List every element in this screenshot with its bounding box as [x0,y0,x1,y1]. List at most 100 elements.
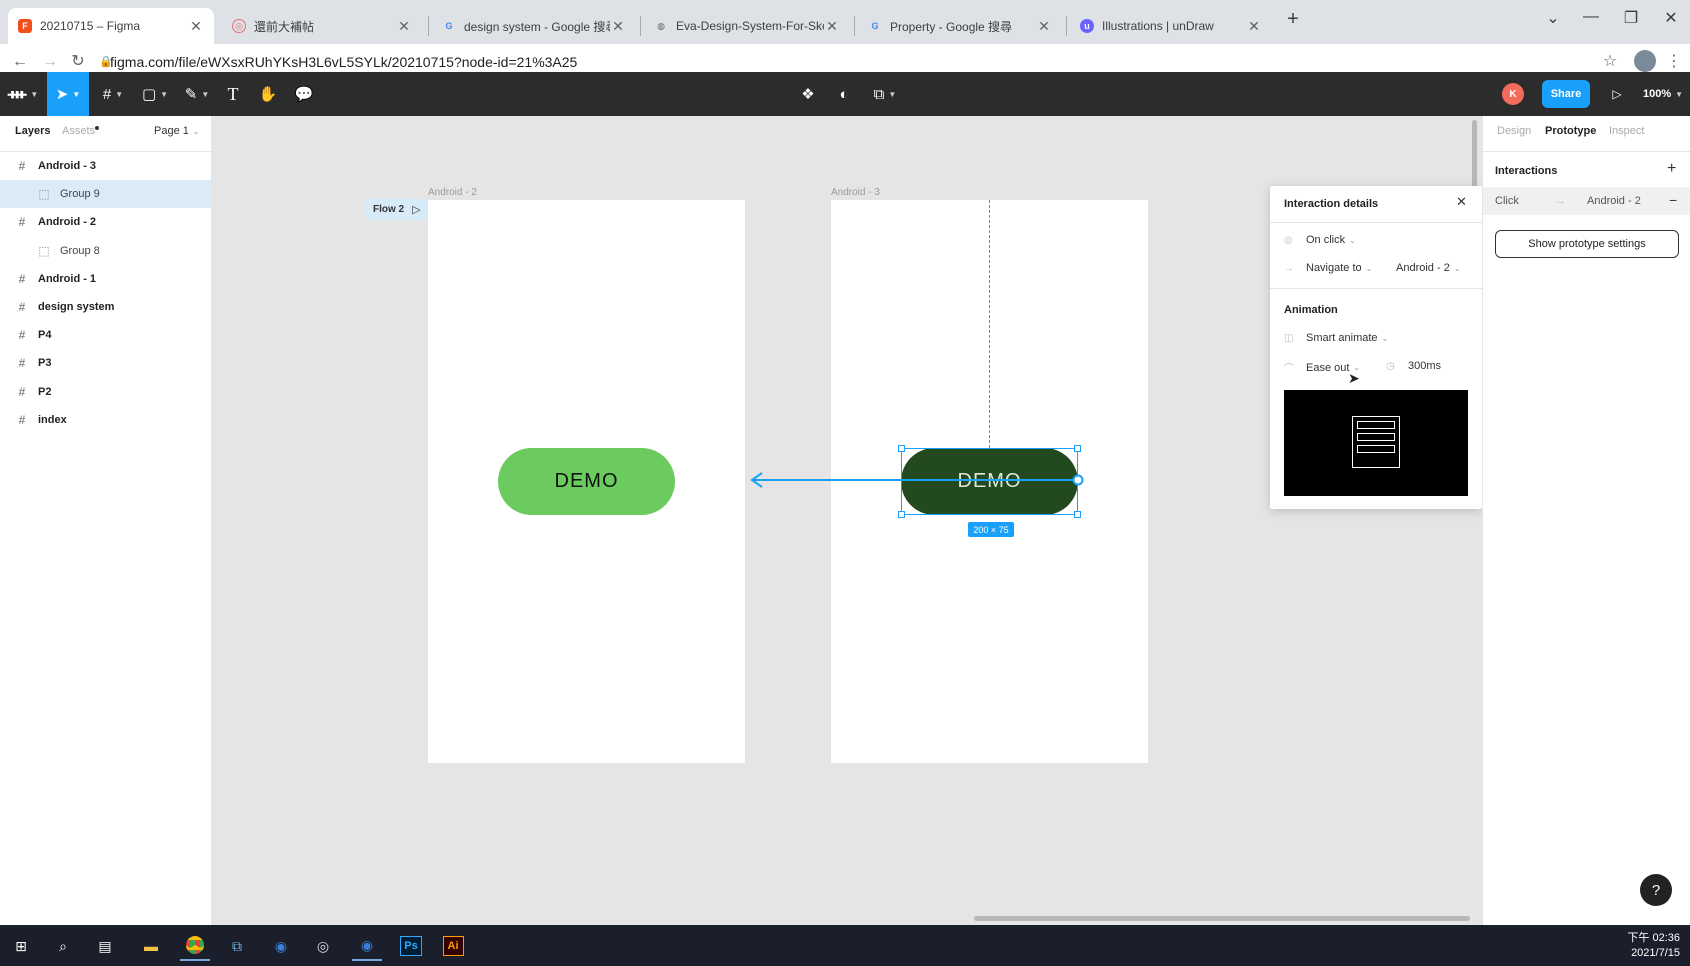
reload-icon[interactable]: ↻ [68,52,88,72]
destination-dropdown[interactable]: Android - 2 ⌄ [1396,262,1461,274]
layer-row[interactable]: # P3 [0,349,211,377]
help-button[interactable]: ? [1640,874,1672,906]
remove-interaction-icon[interactable]: − [1669,192,1677,208]
interaction-target: Android - 2 [1587,195,1641,207]
rectangle-icon: ▢ [141,86,157,103]
file-explorer-icon[interactable]: ▬ [136,931,166,961]
layer-row[interactable]: # P4 [0,321,211,349]
layer-row[interactable]: ⬚ Group 9 [0,180,211,209]
close-icon[interactable]: ✕ [1246,18,1262,35]
duration-field[interactable]: ◷ 300ms [1386,360,1441,372]
webex-icon[interactable]: ◉ [266,931,296,961]
group-icon: ⬚ [38,243,50,258]
canvas[interactable]: Android - 2 Android - 3 Flow 2 ▷ DEMO DE… [212,116,1482,925]
webex-icon[interactable]: ◉ [352,931,382,961]
bookmark-star-icon[interactable]: ☆ [1600,52,1620,72]
url-field[interactable]: figma.com/file/eWXsxRUhYKsH3L6vL5SYLk/20… [110,54,577,70]
tab-search-icon[interactable]: ⌄ [1538,8,1568,28]
tab-2[interactable]: ◎ 還前大補帖 ✕ [222,8,422,44]
interaction-trigger: Click [1495,195,1519,207]
close-icon[interactable]: ✕ [396,18,412,35]
close-icon[interactable]: ✕ [1456,194,1467,210]
animation-preview [1284,390,1468,496]
pen-tool-button[interactable]: ✎ ▼ [180,72,214,116]
search-icon[interactable]: ⌕ [48,931,78,961]
layer-row[interactable]: ⬚ Group 8 [0,237,211,265]
trigger-dropdown[interactable]: ◎ On click ⌄ [1284,234,1356,246]
page-selector[interactable]: Page 1 ⌄ [154,125,200,137]
close-icon[interactable]: ✕ [824,18,840,35]
chrome-icon[interactable] [180,931,210,961]
window-close-icon[interactable]: ✕ [1656,8,1686,28]
frame-icon: # [18,271,26,286]
user-avatar[interactable]: K [1502,72,1524,116]
component-button[interactable]: ❖ [796,72,820,116]
hand-tool-button[interactable]: ✋ [256,72,280,116]
obs-icon[interactable]: ◎ [308,931,338,961]
share-button[interactable]: Share [1542,80,1590,108]
tab-figma[interactable]: F 20210715 – Figma ✕ [8,8,214,44]
present-button[interactable]: ▷ [1606,72,1628,116]
restore-icon[interactable]: ❐ [1616,8,1646,28]
layer-row[interactable]: # design system [0,293,211,321]
photoshop-icon[interactable]: Ps [396,931,426,961]
tab-6[interactable]: u Illustrations | unDraw ✕ [1070,8,1272,44]
menu-kebab-icon[interactable]: ⋮ [1664,52,1684,72]
action-value: Navigate to [1306,262,1362,274]
tab-5[interactable]: G Property - Google 搜尋 ✕ [858,8,1062,44]
layer-row[interactable]: # Android - 1 [0,265,211,293]
tab-inspect[interactable]: Inspect [1609,125,1644,137]
tab-assets[interactable]: Assets [62,125,95,137]
horizontal-scrollbar[interactable] [974,916,1470,921]
layer-row[interactable]: # Android - 2 [0,208,211,236]
close-icon[interactable]: ✕ [188,18,204,35]
clock-time[interactable]: 下午 02:36 [1624,929,1680,945]
minimize-icon[interactable]: — [1576,8,1606,26]
app-icon[interactable]: ⧉ [222,931,252,961]
interaction-row[interactable]: Click → Android - 2 − [1483,187,1690,215]
shape-tool-button[interactable]: ▢ ▼ [138,72,172,116]
animation-type-value: Smart animate [1306,332,1378,344]
frame-tool-button[interactable]: # ▼ [96,72,130,116]
frame-icon: # [18,356,26,371]
frame-icon: # [18,300,26,314]
tab-3[interactable]: G design system - Google 搜尋 ✕ [432,8,636,44]
mask-button[interactable]: ◐ [832,72,856,116]
layers-panel: Layers Assets Page 1 ⌄ # Android - 3 ⬚ Group… [0,116,212,925]
illustrator-icon[interactable]: Ai [438,931,468,961]
forward-icon[interactable]: → [40,52,60,72]
boolean-button[interactable]: ⧉ ▼ [868,72,902,116]
zoom-level: 100% [1642,88,1672,100]
frame-icon: # [18,412,26,427]
trigger-value: On click [1306,234,1346,246]
close-icon[interactable]: ✕ [1036,18,1052,35]
clock-date[interactable]: 2021/7/15 [1624,947,1680,959]
layer-row[interactable]: # P2 [0,378,211,406]
zoom-dropdown[interactable]: 100% ▼ [1640,72,1686,116]
task-view-icon[interactable]: ▤ [90,931,120,961]
add-interaction-icon[interactable]: + [1667,160,1676,178]
duration-value: 300ms [1408,360,1442,372]
tab-layers[interactable]: Layers [15,125,50,137]
animation-heading: Animation [1284,304,1338,316]
tab-design[interactable]: Design [1497,125,1531,137]
back-icon[interactable]: ← [10,52,30,72]
layer-row[interactable]: # index [0,406,211,434]
main-menu-button[interactable]: ᚒ ▼ [6,72,40,116]
new-tab-button[interactable]: + [1278,8,1308,31]
move-tool-button[interactable]: ➤ ▼ [47,72,89,116]
profile-avatar[interactable] [1634,50,1656,72]
close-icon[interactable]: ✕ [610,18,626,35]
google-icon: G [445,21,453,31]
layer-row[interactable]: # Android - 3 [0,152,211,180]
animation-type-dropdown[interactable]: ◫ Smart animate ⌄ [1284,332,1388,344]
show-prototype-settings-button[interactable]: Show prototype settings [1495,230,1679,258]
frame-icon: # [18,384,26,399]
text-tool-button[interactable]: T [222,72,244,116]
windows-taskbar: ⊞ ⌕ ▤ ▬ ⧉ ◉ ◎ ◉ Ps Ai 下午 02:36 2021/7/15 [0,925,1690,966]
comment-tool-button[interactable]: 💬 [292,72,316,116]
tab-4[interactable]: ◍ Eva-Design-System-For-Sketch ✕ [644,8,850,44]
windows-start-icon[interactable]: ⊞ [6,931,36,961]
action-dropdown[interactable]: → Navigate to ⌄ [1284,262,1372,274]
tab-prototype[interactable]: Prototype [1545,125,1596,137]
